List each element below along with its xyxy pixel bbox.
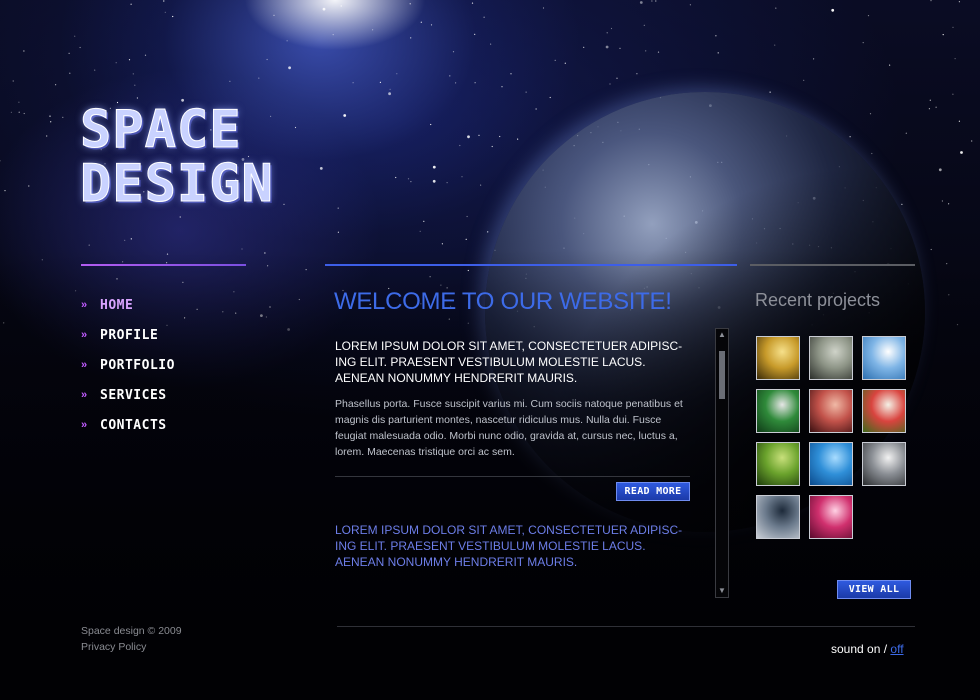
scrollbar-thumb[interactable] (719, 351, 725, 399)
project-thumbnail-pink-abstract[interactable] (809, 495, 853, 539)
project-thumbnail-watermelon[interactable] (862, 389, 906, 433)
project-thumbnail-credit-card[interactable] (756, 495, 800, 539)
project-thumbnail-gold-abstract[interactable] (756, 336, 800, 380)
sound-toggle: sound on / off (831, 642, 904, 656)
sound-on-label[interactable]: sound on (831, 642, 880, 656)
project-thumbnail-white-flower[interactable] (862, 442, 906, 486)
projects-divider (750, 264, 915, 266)
copyright-text: Space design © 2009 (81, 625, 182, 637)
logo-line-1: SPACE (80, 100, 242, 160)
body-paragraph: Phasellus porta. Fusce suscipit varius m… (335, 398, 683, 458)
view-all-button[interactable]: VIEW ALL (837, 580, 911, 599)
nav-item-label: HOME (100, 297, 134, 313)
nav-item-label: PORTFOLIO (100, 357, 175, 373)
double-chevron-right-icon: » (81, 419, 87, 431)
footer-divider (337, 626, 915, 627)
recent-projects-heading: Recent projects (755, 290, 881, 310)
double-chevron-right-icon: » (81, 389, 87, 401)
page-title: WELCOME TO OUR WEBSITE! (334, 288, 672, 315)
project-thumbnail-green-fruit[interactable] (756, 442, 800, 486)
highlight-paragraph: LOREM IPSUM DOLOR SIT AMET, CONSECTETUER… (335, 523, 683, 569)
nav-divider (81, 264, 246, 266)
project-thumbnail-billiard-ball[interactable] (756, 389, 800, 433)
main-navigation: » HOME » PROFILE » PORTFOLIO » SERVICES … (81, 290, 175, 440)
content-top-divider (325, 264, 737, 266)
double-chevron-right-icon: » (81, 299, 87, 311)
nav-item-portfolio[interactable]: » PORTFOLIO (81, 350, 175, 380)
sound-off-link[interactable]: off (890, 642, 903, 656)
scroll-up-arrow-icon[interactable]: ▲ (716, 329, 728, 341)
lead-paragraph: LOREM IPSUM DOLOR SIT AMET, CONSECTETUER… (335, 339, 683, 385)
nav-item-profile[interactable]: » PROFILE (81, 320, 175, 350)
project-thumbnail-hand-red[interactable] (809, 389, 853, 433)
content-scrollbar[interactable]: ▲ ▼ (715, 328, 729, 598)
nav-item-label: PROFILE (100, 327, 159, 343)
content-panel: LOREM IPSUM DOLOR SIT AMET, CONSECTETUER… (335, 338, 691, 460)
nav-item-services[interactable]: » SERVICES (81, 380, 175, 410)
nav-item-label: SERVICES (100, 387, 167, 403)
double-chevron-right-icon: » (81, 329, 87, 341)
project-thumbnail-sky-light[interactable] (862, 336, 906, 380)
nav-item-contacts[interactable]: » CONTACTS (81, 410, 175, 440)
content-divider (335, 476, 690, 477)
project-thumbnail-eye[interactable] (809, 336, 853, 380)
scroll-down-arrow-icon[interactable]: ▼ (716, 585, 728, 597)
read-more-button[interactable]: READ MORE (616, 482, 690, 501)
double-chevron-right-icon: » (81, 359, 87, 371)
project-thumbnail-blue-water[interactable] (809, 442, 853, 486)
nav-item-label: CONTACTS (100, 417, 167, 433)
nav-item-home[interactable]: » HOME (81, 290, 175, 320)
privacy-policy-link[interactable]: Privacy Policy (81, 641, 146, 653)
sound-separator: / (883, 642, 888, 656)
logo-line-2: DESIGN (80, 154, 274, 214)
